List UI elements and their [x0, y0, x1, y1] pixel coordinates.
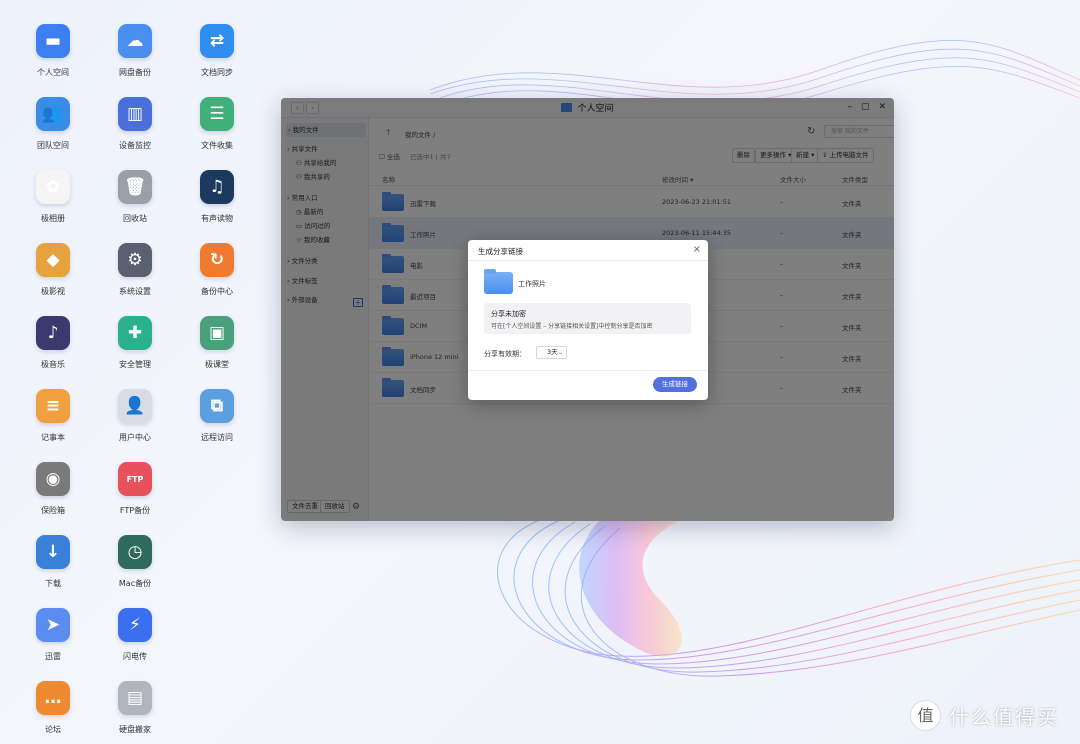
desktop-icon-music[interactable]: ♪ 极音乐 [13, 316, 93, 370]
desktop-icon-safe[interactable]: ◉ 保险箱 [13, 462, 93, 516]
desktop-icon-notepad[interactable]: ≡ 记事本 [13, 389, 93, 443]
desktop-icon-label: 备份中心 [201, 287, 233, 296]
team-folder-icon: 👥 [36, 97, 70, 131]
share-link-dialog: 生成分享链接 × 工作照片 分享未加密 可在[个人空间设置 – 分享链接相关设置… [468, 240, 708, 400]
desktop-icon-sync[interactable]: ⇄ 文档同步 [177, 24, 257, 78]
settings-icon: ⚙ [118, 243, 152, 277]
user-icon: 👤 [118, 389, 152, 423]
desktop-icon-label: 保险箱 [41, 506, 65, 515]
close-icon[interactable]: × [693, 244, 701, 255]
photos-icon: ✿ [36, 170, 70, 204]
trash-icon: 🗑 [118, 170, 152, 204]
chevron-down-icon: ⌄ [557, 349, 563, 356]
dialog-title: 生成分享链接 [478, 247, 523, 256]
desktop-icon-label: 硬盘搬家 [119, 725, 151, 734]
encryption-notice: 分享未加密 可在[个人空间设置 – 分享链接相关设置]中控制分享是否加密 [484, 303, 691, 334]
remote-access-icon: ⧉ [200, 389, 234, 423]
expiry-select[interactable]: 3天 ⌄ [536, 346, 567, 359]
lightning-icon: ⚡ [118, 608, 152, 642]
desktop-icon-label: 设备监控 [119, 141, 151, 150]
ftp-icon: FTP [118, 462, 152, 496]
desktop-icon-audiobook[interactable]: ♫ 有声读物 [177, 170, 257, 224]
desktop-icon-label: 远程访问 [201, 433, 233, 442]
desktop-icon-settings[interactable]: ⚙ 系统设置 [95, 243, 175, 297]
dialog-header: 生成分享链接 × [468, 240, 708, 261]
desktop-icon-folder[interactable]: ▬ 个人空间 [13, 24, 93, 78]
shared-folder-name: 工作照片 [518, 280, 546, 288]
desktop-icon-download[interactable]: ↓ 下载 [13, 535, 93, 589]
music-icon: ♪ [36, 316, 70, 350]
notepad-icon: ≡ [36, 389, 70, 423]
desktop-icon-label: 极课堂 [205, 360, 229, 369]
notice-title: 分享未加密 [491, 310, 526, 318]
cloud-backup-icon: ☁ [118, 24, 152, 58]
desktop-icon-collect[interactable]: ☰ 文件收集 [177, 97, 257, 151]
desktop-icon-label: 极影视 [41, 287, 65, 296]
desktop-icon-label: 下载 [45, 579, 61, 588]
desktop-icon-video[interactable]: ◆ 极影视 [13, 243, 93, 297]
folder-icon: ▬ [36, 24, 70, 58]
desktop-icon-shield[interactable]: ✚ 安全管理 [95, 316, 175, 370]
desktop-icon-lightning[interactable]: ⚡ 闪电传 [95, 608, 175, 662]
sync-icon: ⇄ [200, 24, 234, 58]
classroom-icon: ▣ [200, 316, 234, 350]
desktop-icon-photos[interactable]: ✿ 极相册 [13, 170, 93, 224]
notice-text: 可在[个人空间设置 – 分享链接相关设置]中控制分享是否加密 [491, 323, 653, 330]
desktop-icon-label: 有声读物 [201, 214, 233, 223]
monitor-chart-icon: ▥ [118, 97, 152, 131]
desktop-icon-label: 个人空间 [37, 68, 69, 77]
desktop-icon-label: 团队空间 [37, 141, 69, 150]
desktop-icon-label: 系统设置 [119, 287, 151, 296]
desktop-icon-disk[interactable]: ▤ 硬盘搬家 [95, 681, 175, 735]
audiobook-icon: ♫ [200, 170, 234, 204]
desktop-icon-thunder[interactable]: ➤ 迅雷 [13, 608, 93, 662]
desktop-icon-cloud-backup[interactable]: ☁ 网盘备份 [95, 24, 175, 78]
collect-icon: ☰ [200, 97, 234, 131]
watermark-logo-icon: 值 [910, 700, 941, 731]
video-icon: ◆ [36, 243, 70, 277]
disk-icon: ▤ [118, 681, 152, 715]
expiry-label: 分享有效期： [484, 350, 526, 358]
shield-icon: ✚ [118, 316, 152, 350]
desktop-icon-ftp[interactable]: FTP FTP备份 [95, 462, 175, 516]
desktop-icon-monitor-chart[interactable]: ▥ 设备监控 [95, 97, 175, 151]
thunder-icon: ➤ [36, 608, 70, 642]
divider [468, 370, 708, 371]
desktop-icon-label: 文档同步 [201, 68, 233, 77]
desktop-icon-label: 极音乐 [41, 360, 65, 369]
desktop-icon-backup-center[interactable]: ↻ 备份中心 [177, 243, 257, 297]
desktop-icon-label: Mac备份 [118, 579, 152, 588]
desktop-icon-label: 回收站 [123, 214, 147, 223]
desktop-icon-label: 迅雷 [45, 652, 61, 661]
desktop-icon-label: FTP备份 [119, 506, 151, 515]
watermark-text: 什么值得买 [949, 705, 1059, 729]
desktop-icon-label: 网盘备份 [119, 68, 151, 77]
desktop-icon-remote-access[interactable]: ⧉ 远程访问 [177, 389, 257, 443]
desktop-icon-label: 安全管理 [119, 360, 151, 369]
forum-icon: … [36, 681, 70, 715]
folder-icon [484, 269, 513, 294]
safe-icon: ◉ [36, 462, 70, 496]
desktop-icon-label: 记事本 [41, 433, 65, 442]
desktop-icon-time-machine[interactable]: ◷ Mac备份 [95, 535, 175, 589]
desktop-icon-label: 闪电传 [123, 652, 147, 661]
desktop-icon-classroom[interactable]: ▣ 极课堂 [177, 316, 257, 370]
desktop-icon-team-folder[interactable]: 👥 团队空间 [13, 97, 93, 151]
backup-center-icon: ↻ [200, 243, 234, 277]
desktop-icon-user[interactable]: 👤 用户中心 [95, 389, 175, 443]
time-machine-icon: ◷ [118, 535, 152, 569]
watermark: 值 什么值得买 [910, 700, 1059, 731]
desktop-icon-label: 极相册 [41, 214, 65, 223]
desktop-icon-forum[interactable]: … 论坛 [13, 681, 93, 735]
desktop-icon-label: 文件收集 [201, 141, 233, 150]
download-icon: ↓ [36, 535, 70, 569]
desktop-icon-label: 论坛 [45, 725, 61, 734]
desktop-icon-trash[interactable]: 🗑 回收站 [95, 170, 175, 224]
desktop-icon-label: 用户中心 [119, 433, 151, 442]
generate-link-button[interactable]: 生成链接 [653, 377, 697, 392]
